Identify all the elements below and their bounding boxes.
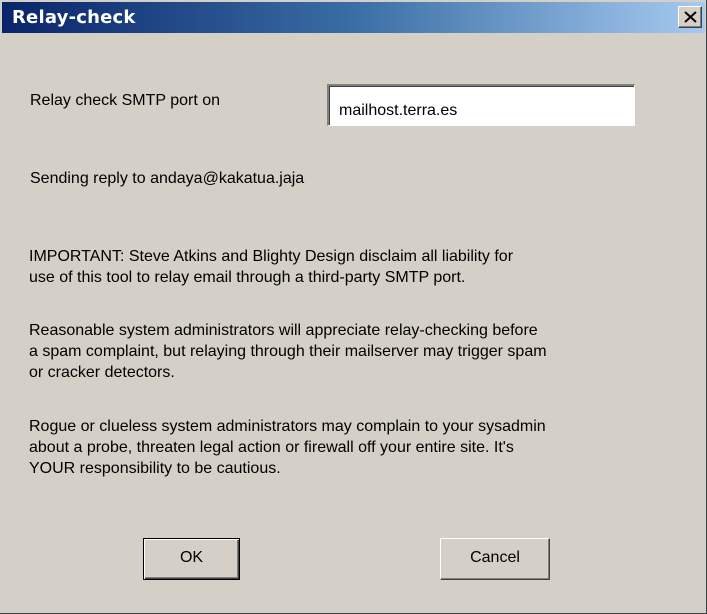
focus-ring bbox=[148, 543, 235, 575]
cancel-button[interactable]: Cancel bbox=[440, 538, 550, 580]
relay-check-dialog: Relay-check Relay check SMTP port on Sen… bbox=[0, 0, 707, 614]
reasonable-admins-text: Reasonable system administrators will ap… bbox=[29, 322, 547, 381]
rogue-admins-text: Rogue or clueless system administrators … bbox=[29, 418, 546, 477]
reply-address-text: Sending reply to andaya@kakatua.jaja bbox=[30, 170, 305, 187]
close-x-icon bbox=[684, 11, 697, 23]
cancel-button-label: Cancel bbox=[470, 549, 520, 566]
host-label: Relay check SMTP port on bbox=[30, 92, 221, 109]
ok-button[interactable]: OK bbox=[143, 538, 240, 580]
smtp-host-input[interactable] bbox=[327, 84, 635, 126]
close-button[interactable] bbox=[678, 6, 702, 28]
title-bar[interactable]: Relay-check bbox=[2, 2, 705, 33]
window-title: Relay-check bbox=[12, 7, 136, 28]
important-disclaimer: IMPORTANT: Steve Atkins and Blighty Desi… bbox=[29, 248, 514, 286]
